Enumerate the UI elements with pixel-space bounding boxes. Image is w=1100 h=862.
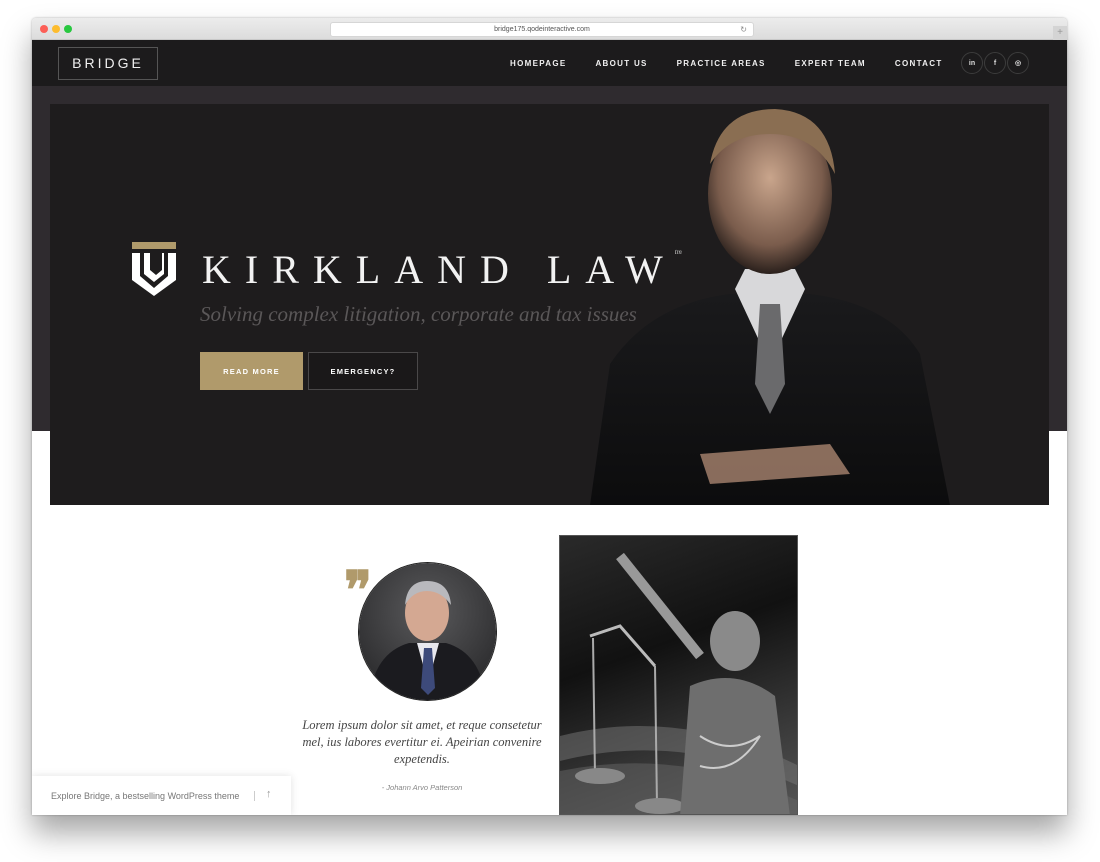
brand-shield-icon (132, 242, 176, 296)
address-bar[interactable]: bridge175.qodeinteractive.com ↻ (330, 22, 754, 37)
instagram-icon[interactable]: ◎ (1007, 52, 1029, 74)
testimonial-avatar (359, 563, 496, 700)
testimonial-text: Lorem ipsum dolor sit amet, et reque con… (302, 718, 542, 766)
linkedin-icon[interactable]: in (961, 52, 983, 74)
testimonial-person-photo (369, 581, 486, 700)
nav-practice-areas[interactable]: PRACTICE AREAS (677, 59, 766, 68)
hero-tagline: Solving complex litigation, corporate an… (200, 302, 637, 326)
brand-name: KIRKLAND LAW (202, 247, 677, 292)
site-logo[interactable]: BRIDGE (58, 47, 158, 80)
brand-lockup: KIRKLAND LAW tm (130, 242, 682, 296)
maximize-window-button[interactable] (64, 25, 72, 33)
nav-about-us[interactable]: ABOUT US (595, 59, 647, 68)
promo-text[interactable]: Explore Bridge, a bestselling WordPress … (51, 791, 239, 801)
browser-titlebar: bridge175.qodeinteractive.com ↻ + (32, 18, 1067, 40)
main-nav: HOMEPAGE ABOUT US PRACTICE AREAS EXPERT … (510, 40, 972, 86)
testimonial-author: - Johann Arvo Patterson (381, 783, 463, 792)
quote-icon: ❞ (344, 560, 372, 621)
promo-bar[interactable]: Explore Bridge, a bestselling WordPress … (32, 776, 291, 815)
emergency-button[interactable]: EMERGENCY? (308, 352, 418, 390)
close-window-button[interactable] (40, 25, 48, 33)
reload-icon[interactable]: ↻ (740, 23, 747, 36)
url-text: bridge175.qodeinteractive.com (494, 26, 590, 33)
social-links: in f ◎ (961, 52, 1030, 74)
lady-justice-image (559, 535, 798, 815)
hero-slider: KIRKLAND LAW tm Solving complex litigati… (50, 104, 1049, 505)
arrow-up-icon[interactable]: ↑ (266, 788, 272, 800)
nav-expert-team[interactable]: EXPERT TEAM (795, 59, 866, 68)
site-header: BRIDGE HOMEPAGE ABOUT US PRACTICE AREAS … (32, 40, 1067, 86)
read-more-button[interactable]: READ MORE (200, 352, 303, 390)
browser-window: bridge175.qodeinteractive.com ↻ + BRIDGE… (32, 18, 1067, 815)
promo-divider (254, 791, 255, 801)
facebook-icon[interactable]: f (984, 52, 1006, 74)
nav-homepage[interactable]: HOMEPAGE (510, 59, 566, 68)
nav-contact[interactable]: CONTACT (895, 59, 943, 68)
new-tab-button[interactable]: + (1053, 26, 1067, 40)
trademark-mark: tm (674, 248, 682, 256)
minimize-window-button[interactable] (52, 25, 60, 33)
